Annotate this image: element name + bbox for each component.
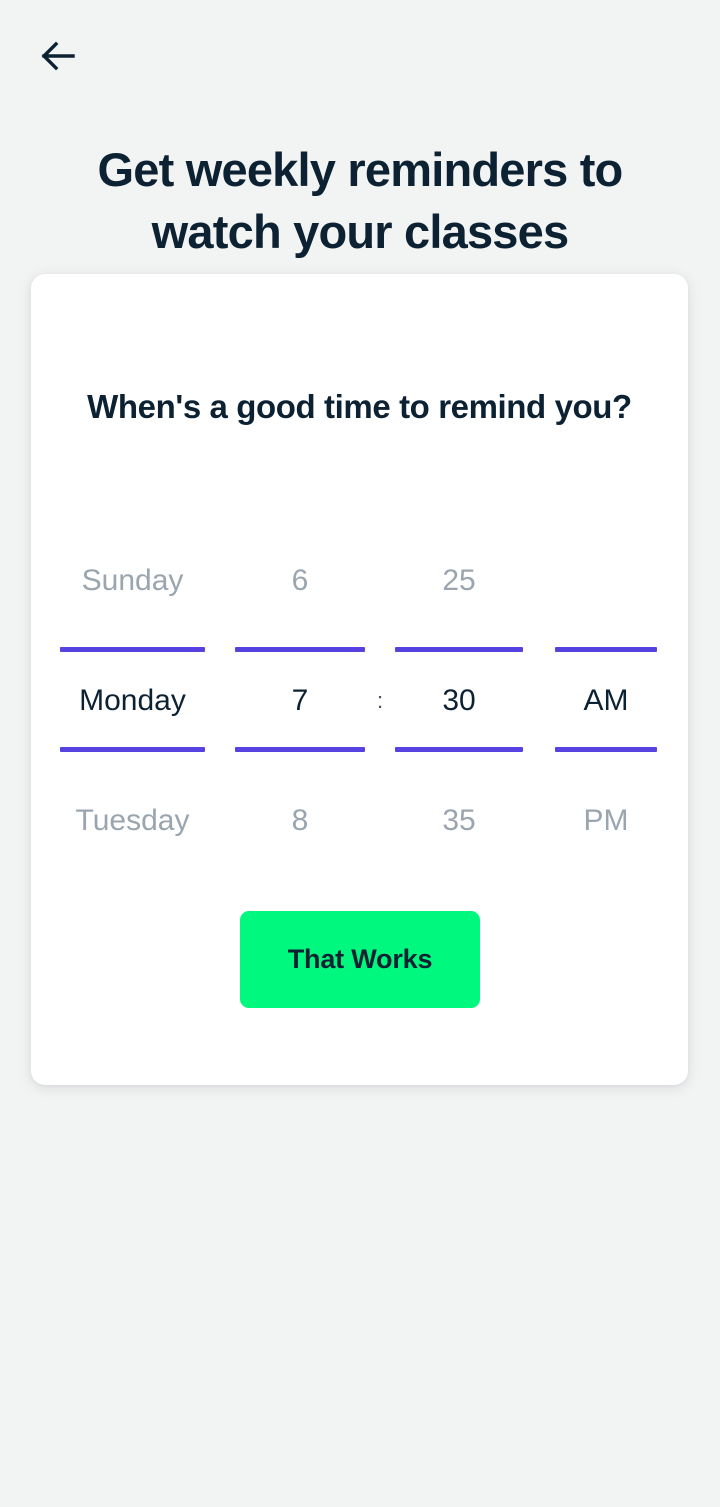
picker-rule-top-meridiem: [555, 647, 657, 652]
picker-rule-top-day: [60, 647, 205, 652]
picker-column-meridiem[interactable]: AM PM: [555, 526, 657, 856]
picker-option-meridiem-next[interactable]: PM: [555, 804, 657, 838]
picker-option-day-next[interactable]: Tuesday: [60, 804, 205, 838]
picker-rule-bottom-hour: [235, 747, 365, 752]
picker-column-day[interactable]: Sunday Monday Tuesday: [60, 526, 205, 856]
picker-rule-bottom-meridiem: [555, 747, 657, 752]
back-button[interactable]: [30, 30, 86, 82]
arrow-left-icon: [41, 41, 75, 71]
picker-option-hour-previous[interactable]: 6: [235, 564, 365, 598]
page-title: Get weekly reminders to watch your class…: [97, 143, 624, 259]
picker-column-minute[interactable]: 25 30 35: [395, 526, 523, 856]
picker-rule-bottom-day: [60, 747, 205, 752]
picker-option-hour-selected[interactable]: 7: [235, 684, 365, 718]
confirm-time-button[interactable]: That Works: [240, 911, 480, 1008]
picker-option-day-previous[interactable]: Sunday: [60, 564, 205, 598]
picker-option-meridiem-previous[interactable]: [555, 564, 657, 598]
picker-column-hour[interactable]: 6 7 8: [235, 526, 365, 856]
card-heading: When's a good time to remind you?: [87, 388, 632, 426]
picker-rule-top-hour: [235, 647, 365, 652]
picker-option-meridiem-selected[interactable]: AM: [555, 684, 657, 718]
picker-rule-top-minute: [395, 647, 523, 652]
picker-option-minute-next[interactable]: 35: [395, 804, 523, 838]
picker-option-minute-previous[interactable]: 25: [395, 564, 523, 598]
picker-option-day-selected[interactable]: Monday: [60, 684, 205, 718]
reminder-time-card: When's a good time to remind you? Sunday…: [31, 274, 688, 1085]
picker-option-minute-selected[interactable]: 30: [395, 684, 523, 718]
time-separator: :: [376, 688, 384, 713]
picker-rule-bottom-minute: [395, 747, 523, 752]
picker-option-hour-next[interactable]: 8: [235, 804, 365, 838]
time-picker: Sunday Monday Tuesday 6 7 8 : 25 30 35 A…: [31, 526, 688, 856]
